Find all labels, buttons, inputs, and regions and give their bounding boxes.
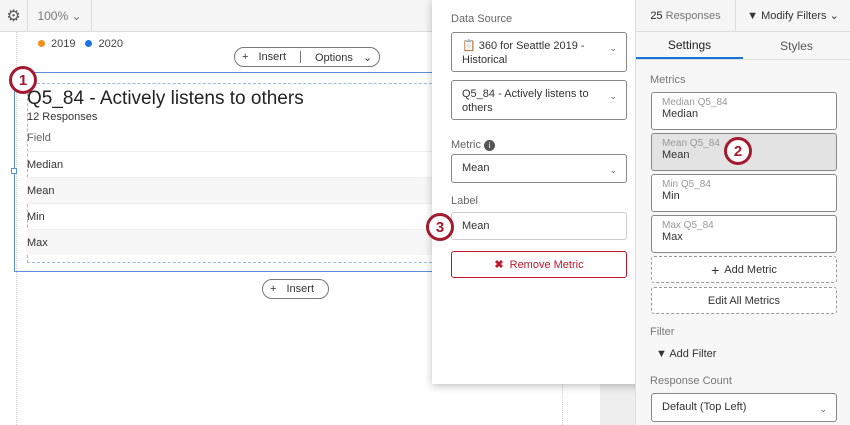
table-row: Min <box>27 203 432 229</box>
resize-handle[interactable] <box>11 168 17 174</box>
plus-icon: + <box>711 261 720 278</box>
table-row: Mean <box>27 177 432 203</box>
metric-card-max[interactable]: Max Q5_84 Max <box>651 215 837 253</box>
data-source-label: Data Source <box>451 13 513 25</box>
add-metric-button[interactable]: + Add Metric <box>651 256 837 283</box>
modify-filters-button[interactable]: ▼ Modify Filters ⌄ <box>736 0 850 31</box>
field-header: Field <box>27 132 51 144</box>
metric-edit-popup: Data Source 📋 360 for Seattle 2019 - His… <box>432 0 644 384</box>
callout-1: 1 <box>9 66 37 94</box>
callout-3: 3 <box>426 213 454 241</box>
legend-item-2019: 2019 <box>38 38 75 50</box>
response-count: 25 Responses <box>636 0 736 31</box>
question-select[interactable]: Q5_84 - Actively listens to others ⌄ <box>451 80 627 120</box>
table-row: Median <box>27 151 432 177</box>
callout-2: 2 <box>724 137 752 165</box>
filter-icon: ▼ <box>747 9 759 22</box>
tab-settings[interactable]: Settings <box>636 32 743 59</box>
info-icon: i <box>484 140 496 151</box>
settings-panel: 25 Responses ▼ Modify Filters ⌄ Settings… <box>635 0 850 425</box>
insert-button[interactable]: + Insert <box>235 51 301 63</box>
x-icon: ✖ <box>494 259 504 271</box>
legend-item-2020: 2020 <box>85 38 123 50</box>
label-input[interactable]: Mean <box>451 212 627 240</box>
label-label: Label <box>451 195 478 207</box>
insert-below-button[interactable]: + Insert <box>262 279 329 299</box>
metric-card-min[interactable]: Min Q5_84 Min <box>651 174 837 212</box>
widget-title: Q5_84 - Actively listens to others <box>27 88 304 109</box>
widget-responses: 12 Responses <box>27 111 98 123</box>
edit-all-metrics-button[interactable]: Edit All Metrics <box>651 287 837 314</box>
zoom-dropdown[interactable]: 100% ⌄ <box>28 0 92 32</box>
tab-styles[interactable]: Styles <box>743 32 850 59</box>
data-source-select[interactable]: 📋 360 for Seattle 2019 - Historical ⌄ <box>451 32 627 72</box>
metric-card-median[interactable]: Median Q5_84 Median <box>651 92 837 130</box>
response-count-select[interactable]: Default (Top Left) ⌄ <box>651 393 837 422</box>
zoom-value: 100% <box>37 9 69 23</box>
table-row: Max <box>27 229 432 255</box>
metrics-label: Metrics <box>650 74 686 86</box>
metric-select[interactable]: Mean ⌄ <box>451 154 627 183</box>
gear-icon[interactable]: ⚙ <box>0 0 28 32</box>
chart-legend: 2019 2020 <box>38 38 123 50</box>
filter-label: Filter <box>650 326 675 338</box>
metric-label: Metric i <box>451 139 496 151</box>
widget-toolbar: + Insert Options ⌄ <box>234 47 381 67</box>
remove-metric-button[interactable]: ✖ Remove Metric <box>451 251 627 278</box>
filter-icon: ▼ <box>656 348 667 360</box>
response-count-label: Response Count <box>650 375 732 387</box>
options-button[interactable]: Options ⌄ <box>301 51 379 64</box>
add-filter-button[interactable]: ▼ Add Filter <box>656 348 716 360</box>
